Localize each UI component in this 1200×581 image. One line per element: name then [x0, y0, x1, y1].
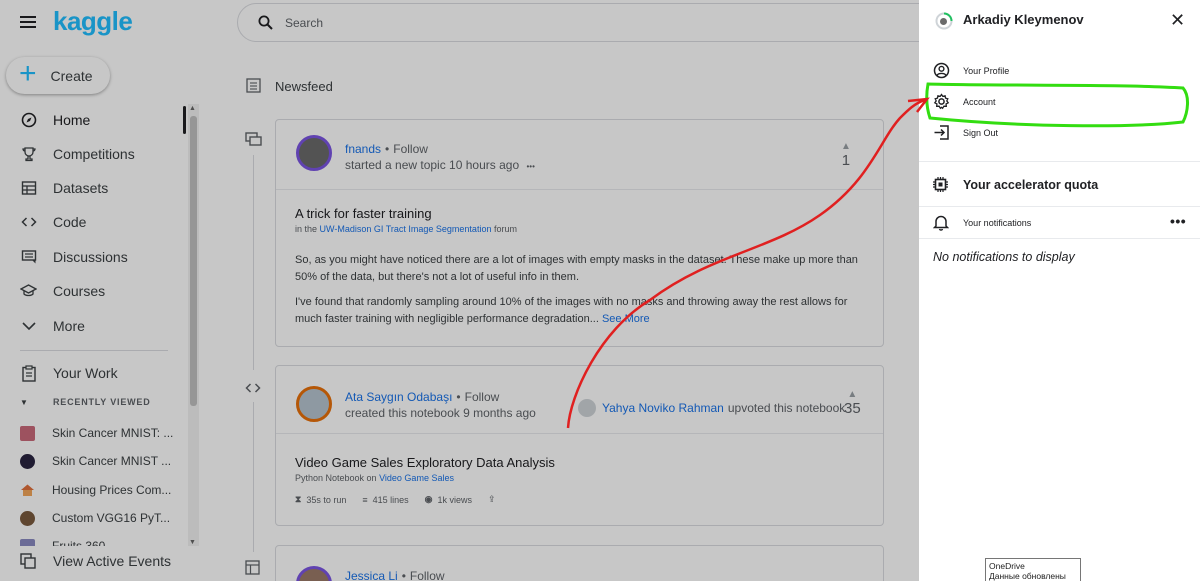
menu-item-account[interactable]: Account: [932, 93, 996, 110]
user-circle-icon: [932, 62, 950, 79]
bell-icon: [932, 214, 950, 231]
accelerator-quota[interactable]: Your accelerator quota: [932, 176, 1098, 193]
gear-icon: [932, 93, 950, 110]
menu-item-sign-out[interactable]: Sign Out: [932, 124, 998, 141]
panel-divider: [919, 206, 1200, 207]
menu-item-label: Account: [963, 96, 996, 107]
panel-divider: [919, 161, 1200, 162]
notifications-label: Your notifications: [963, 217, 1032, 228]
user-avatar-icon: [935, 12, 953, 30]
menu-item-your-profile[interactable]: Your Profile: [932, 62, 1009, 79]
close-icon[interactable]: ✕: [1170, 11, 1185, 29]
user-menu-panel: Arkadiy Kleymenov ✕ Your Profile Account…: [919, 0, 1200, 581]
menu-item-label: Sign Out: [963, 127, 999, 138]
quota-label: Your accelerator quota: [963, 177, 1099, 192]
notifications-header: Your notifications: [932, 214, 1031, 231]
sign-out-icon: [932, 124, 950, 141]
menu-item-label: Your Profile: [963, 65, 1010, 76]
empty-notifications-text: No notifications to display: [933, 250, 1075, 264]
panel-divider: [919, 238, 1200, 239]
user-name: Arkadiy Kleymenov: [963, 12, 1084, 27]
more-options-icon[interactable]: •••: [1170, 213, 1186, 229]
onedrive-tooltip: OneDrive Данные обновлены: [985, 558, 1081, 581]
chip-icon: [932, 176, 950, 193]
tooltip-status: Данные обновлены: [989, 571, 1066, 581]
tooltip-title: OneDrive: [989, 561, 1025, 571]
modal-backdrop[interactable]: [0, 0, 919, 581]
